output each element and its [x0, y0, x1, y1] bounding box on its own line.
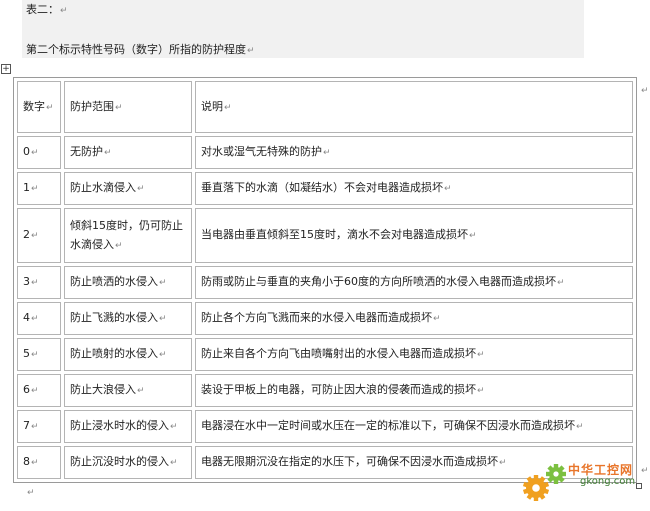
paragraph-mark: ↵	[31, 386, 39, 396]
paragraph-mark: ↵	[576, 422, 584, 432]
paragraph-mark: ↵	[31, 350, 39, 360]
cell-number: 数字↵	[17, 81, 61, 133]
cell-description: 对水或湿气无特殊的防护↵	[195, 136, 633, 169]
paragraph-mark: ↵	[557, 278, 565, 288]
paragraph-mark: ↵	[31, 231, 39, 241]
caption-text: 表二：	[26, 3, 59, 16]
paragraph-mark: ↵	[323, 148, 331, 158]
paragraph-mark: ↵	[499, 458, 507, 468]
cell-number: 0↵	[17, 136, 61, 169]
cell-protection-range: 防护范围↵	[64, 81, 192, 133]
paragraph-mark: ↵	[137, 184, 145, 194]
cell-protection-range: 防止大浪侵入↵	[64, 374, 192, 407]
cell-description: 防止各个方向飞溅而来的水侵入电器而造成损坏↵	[195, 302, 633, 335]
cell-number: 4↵	[17, 302, 61, 335]
cell-number: 5↵	[17, 338, 61, 371]
paragraph-mark: ↵	[444, 184, 452, 194]
paragraph-mark: ↵	[31, 184, 39, 194]
paragraph-mark: ↵	[115, 240, 123, 251]
cell-description: 防雨或防止与垂直的夹角小于60度的方向所喷洒的水侵入电器而造成损坏↵	[195, 266, 633, 299]
paragraph-mark: ↵	[159, 314, 167, 324]
cell-description: 装设于甲板上的电器，可防止因大浪的侵袭而造成的损坏↵	[195, 374, 633, 407]
paragraph-mark: ↵	[60, 6, 68, 16]
protection-table: 数字↵ 防护范围↵ 说明↵ 0↵ 无防护↵ 对水或湿气无特殊的防护↵ 1↵ 防止水滴侵入↵ 垂直…	[13, 77, 637, 483]
cell-protection-range: 防止沉没时水的侵入↵	[64, 446, 192, 479]
cell-description: 电器浸在水中一定时间或水压在一定的标准以下，可确保不因浸水而造成损坏↵	[195, 410, 633, 443]
paragraph-mark: ↵	[27, 488, 35, 498]
cell-description: 防止来自各个方向飞由喷嘴射出的水侵入电器而造成损坏↵	[195, 338, 633, 371]
table-row: 0↵ 无防护↵ 对水或湿气无特殊的防护↵	[17, 136, 633, 169]
cell-description: 说明↵	[195, 81, 633, 133]
cell-protection-range: 防止浸水时水的侵入↵	[64, 410, 192, 443]
paragraph-mark: ↵	[31, 422, 39, 432]
watermark-logo: 中华工控网 gkong.com	[520, 456, 650, 508]
watermark-url: gkong.com	[580, 476, 636, 487]
table-caption: 表二：↵	[26, 1, 68, 17]
paragraph-mark: ↵	[170, 422, 178, 432]
cell-number: 2↵	[17, 208, 61, 263]
paragraph-mark: ↵	[433, 314, 441, 324]
table-row: 1↵ 防止水滴侵入↵ 垂直落下的水滴（如凝结水）不会对电器造成损坏↵	[17, 172, 633, 205]
cell-number: 3↵	[17, 266, 61, 299]
cell-description: 垂直落下的水滴（如凝结水）不会对电器造成损坏↵	[195, 172, 633, 205]
cell-number: 1↵	[17, 172, 61, 205]
cell-protection-range: 防止喷射的水侵入↵	[64, 338, 192, 371]
table-row: 3↵ 防止喷洒的水侵入↵ 防雨或防止与垂直的夹角小于60度的方向所喷洒的水侵入电器而…	[17, 266, 633, 299]
cell-protection-range: 防止水滴侵入↵	[64, 172, 192, 205]
paragraph-mark: ↵	[31, 458, 39, 468]
paragraph-mark: ↵	[477, 350, 485, 360]
subtitle-text: 第二个标示特性号码（数字）所指的防护程度	[26, 43, 246, 56]
table-row: 2↵ 倾斜15度时，仍可防止水滴侵入↵ 当电器由垂直倾斜至15度时，滴水不会对电器造…	[17, 208, 633, 263]
paragraph-mark: ↵	[159, 278, 167, 288]
paragraph-mark: ↵	[31, 148, 39, 158]
paragraph-mark: ↵	[469, 231, 477, 241]
table-header-row: 数字↵ 防护范围↵ 说明↵	[17, 81, 633, 133]
table-row: 5↵ 防止喷射的水侵入↵ 防止来自各个方向飞由喷嘴射出的水侵入电器而造成损坏↵	[17, 338, 633, 371]
cell-number: 8↵	[17, 446, 61, 479]
cell-protection-range: 防止喷洒的水侵入↵	[64, 266, 192, 299]
document-header: 表二：↵ 第二个标示特性号码（数字）所指的防护程度↵	[22, 0, 584, 58]
paragraph-mark: ↵	[31, 314, 39, 324]
paragraph-mark: ↵	[170, 458, 178, 468]
cell-protection-range: 倾斜15度时，仍可防止水滴侵入↵	[64, 208, 192, 263]
table-subtitle: 第二个标示特性号码（数字）所指的防护程度↵	[26, 41, 255, 57]
table-row: 7↵ 防止浸水时水的侵入↵ 电器浸在水中一定时间或水压在一定的标准以下，可确保不因浸…	[17, 410, 633, 443]
paragraph-mark: ↵	[224, 102, 232, 113]
paragraph-mark: ↵	[247, 46, 255, 56]
cell-description: 当电器由垂直倾斜至15度时，滴水不会对电器造成损坏↵	[195, 208, 633, 263]
table-row: 6↵ 防止大浪侵入↵ 装设于甲板上的电器，可防止因大浪的侵袭而造成的损坏↵	[17, 374, 633, 407]
paragraph-mark: ↵	[31, 278, 39, 288]
paragraph-mark: ↵	[115, 102, 123, 113]
table-row: 4↵ 防止飞溅的水侵入↵ 防止各个方向飞溅而来的水侵入电器而造成损坏↵	[17, 302, 633, 335]
table-move-icon[interactable]: +	[1, 64, 11, 74]
paragraph-mark: ↵	[137, 386, 145, 396]
paragraph-mark: ↵	[477, 386, 485, 396]
paragraph-mark: ↵	[159, 350, 167, 360]
gear-icon	[522, 464, 566, 501]
cell-number: 6↵	[17, 374, 61, 407]
paragraph-mark: ↵	[104, 148, 112, 158]
paragraph-mark: ↵	[641, 86, 649, 96]
paragraph-mark: ↵	[46, 102, 54, 113]
cell-number: 7↵	[17, 410, 61, 443]
cell-protection-range: 防止飞溅的水侵入↵	[64, 302, 192, 335]
cell-protection-range: 无防护↵	[64, 136, 192, 169]
